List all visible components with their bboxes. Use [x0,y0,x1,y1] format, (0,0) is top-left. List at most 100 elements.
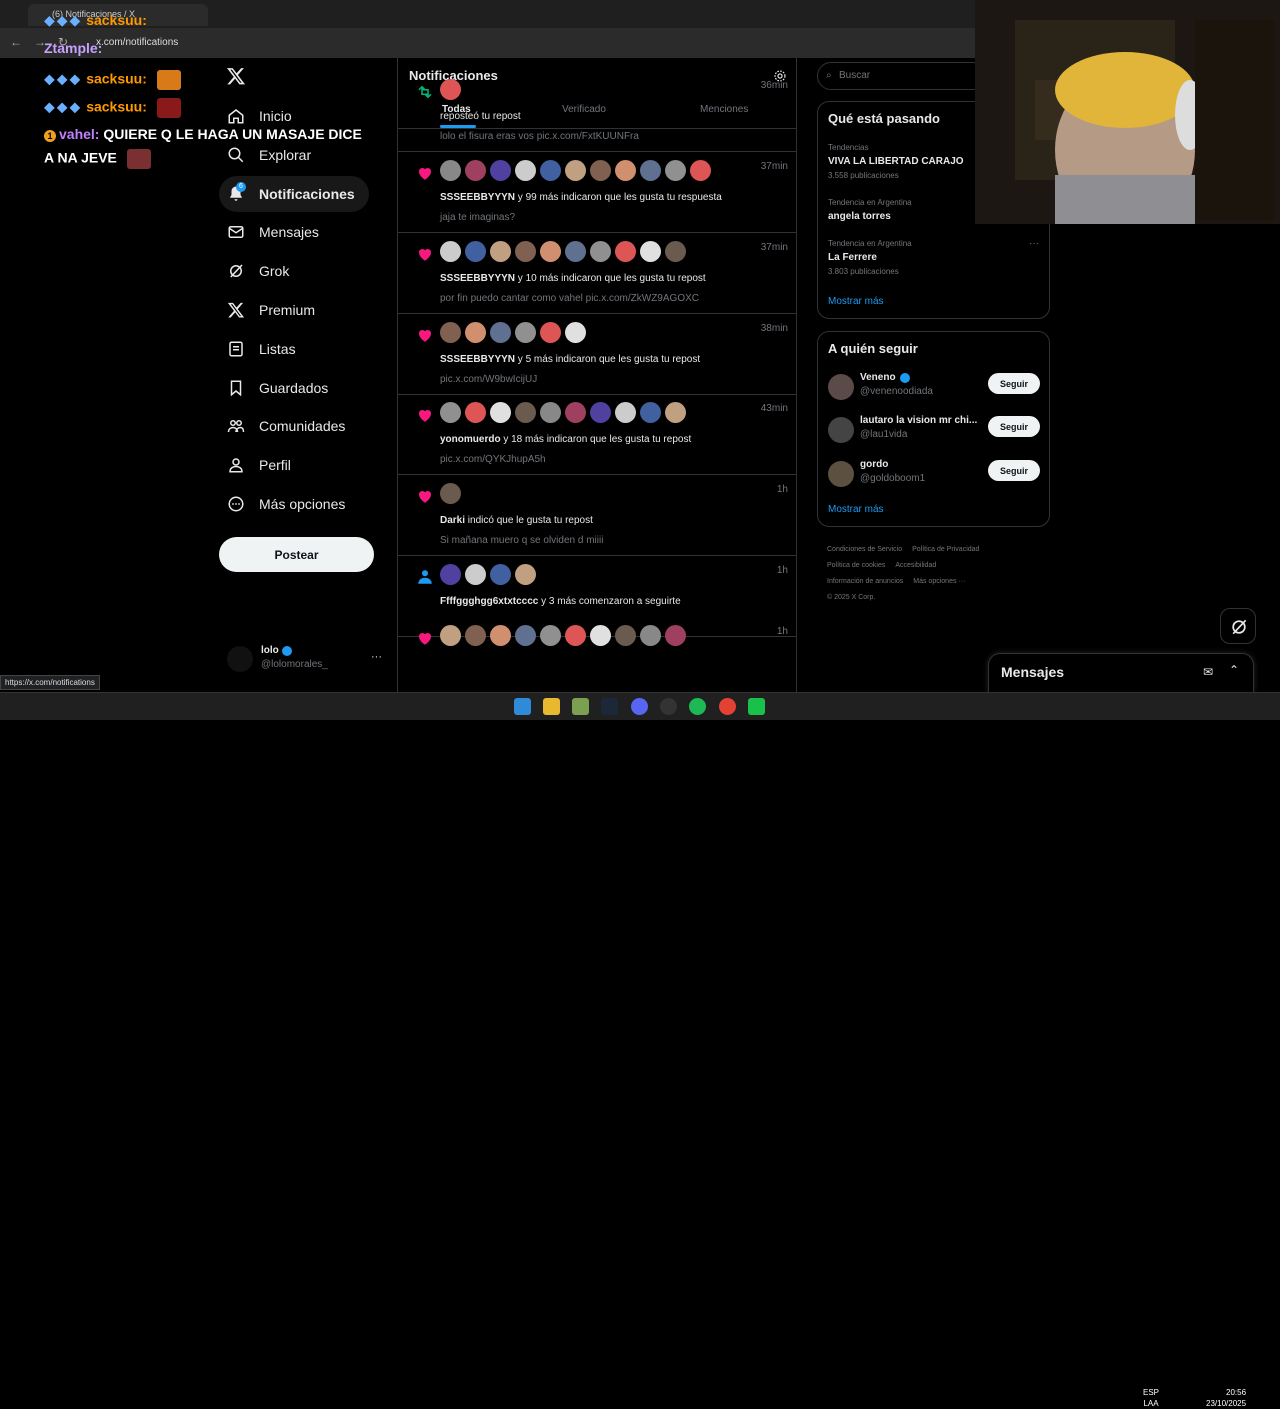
nav-item-premium[interactable]: Premium [219,292,323,328]
nav-item-grok[interactable]: Grok [219,253,297,289]
avatar[interactable] [565,322,586,343]
avatar[interactable] [640,402,661,423]
avatar[interactable] [690,160,711,181]
more-icon[interactable]: ··· [371,651,382,663]
avatar[interactable] [490,322,511,343]
avatar[interactable] [465,625,486,646]
trend-item[interactable]: VIVA LA LIBERTAD CARAJO [828,156,964,167]
post-button[interactable]: Postear [219,537,374,572]
avatar[interactable] [665,241,686,262]
nav-item-inicio[interactable]: Inicio [219,98,300,134]
nav-item-comunidades[interactable]: Comunidades [219,408,353,444]
avatar[interactable] [490,402,511,423]
notification-row[interactable]: 36min reposteó tu repost lolo el fisura er… [398,71,796,152]
app-icon[interactable] [572,698,589,715]
avatar[interactable] [490,625,511,646]
notification-row[interactable]: 43min yonomuerdo y 18 más indicaron que l… [398,394,796,475]
file-explorer-icon[interactable] [543,698,560,715]
avatar[interactable] [640,241,661,262]
avatar[interactable] [640,625,661,646]
footer-link[interactable]: Condiciones de Servicio [827,546,902,553]
avatar[interactable] [665,160,686,181]
avatar[interactable] [590,402,611,423]
kick-icon[interactable] [748,698,765,715]
footer-link[interactable]: Política de cookies [827,562,885,569]
avatar[interactable] [590,625,611,646]
discord-icon[interactable] [631,698,648,715]
notification-row[interactable]: 38min SSSEEBBYYYN y 5 más indicaron que l… [398,314,796,395]
steam-icon[interactable] [601,698,618,715]
nav-item-notificaciones[interactable]: Notificaciones 6 [219,176,369,212]
footer-link[interactable]: Política de Privacidad [912,546,979,553]
nav-item-guardados[interactable]: Guardados [219,370,336,406]
follow-button[interactable]: Seguir [988,416,1040,437]
search-input[interactable]: Buscar ⌕ [817,62,987,90]
avatar[interactable] [465,241,486,262]
show-more-link[interactable]: Mostrar más [828,296,884,307]
nav-item-mensajes[interactable]: Mensajes [219,214,327,250]
nav-item-mas-opciones[interactable]: Más opciones [219,486,353,522]
follow-suggestion[interactable]: gordo @goldoboom1 Seguir [828,457,1040,493]
chrome-icon[interactable] [719,698,736,715]
notification-actor[interactable]: yonomuerdo [440,434,501,445]
avatar[interactable] [540,625,561,646]
follow-button[interactable]: Seguir [988,373,1040,394]
avatar[interactable] [515,241,536,262]
avatar[interactable] [515,160,536,181]
avatar[interactable] [465,564,486,585]
avatar[interactable] [515,402,536,423]
avatar[interactable] [590,241,611,262]
notification-row[interactable]: 37min SSSEEBBYYYN y 10 más indicaron que … [398,233,796,314]
grok-floating-button[interactable] [1220,608,1256,644]
avatar[interactable] [490,241,511,262]
follow-button[interactable]: Seguir [988,460,1040,481]
nav-item-listas[interactable]: Listas [219,331,304,367]
avatar[interactable] [490,564,511,585]
follow-suggestion[interactable]: lautaro la vision mr chi... @lau1vida Se… [828,413,1040,449]
avatar[interactable] [540,160,561,181]
follow-suggestion[interactable]: Veneno @venenoodiada Seguir [828,370,1040,406]
avatar[interactable] [540,402,561,423]
notification-row[interactable]: 1h Darki indicó que le gusta tu repost Si … [398,475,796,556]
back-icon[interactable]: ← [10,35,22,49]
avatar[interactable] [465,160,486,181]
avatar[interactable] [615,625,636,646]
notification-row[interactable]: 1h [398,617,796,698]
windows-start-icon[interactable] [514,698,531,715]
notification-actor[interactable]: Ffffggghgg6xtxtcccc [440,596,538,607]
x-logo[interactable] [226,66,246,86]
avatar[interactable] [440,160,461,181]
avatar[interactable] [515,564,536,585]
avatar[interactable] [640,160,661,181]
notification-actor[interactable]: Darki [440,515,465,526]
avatar[interactable] [615,241,636,262]
language-indicator[interactable]: ESP LAA [1143,1387,1159,1409]
spotify-icon[interactable] [689,698,706,715]
url-field[interactable]: x.com/notifications [96,37,178,48]
avatar[interactable] [440,79,461,100]
nav-item-perfil[interactable]: Perfil [219,447,299,483]
avatar[interactable] [565,241,586,262]
avatar[interactable] [440,564,461,585]
avatar[interactable] [665,625,686,646]
obs-icon[interactable] [660,698,677,715]
footer-link[interactable]: Más opciones ··· [913,578,965,585]
avatar[interactable] [465,322,486,343]
system-clock[interactable]: 20:56 23/10/2025 [1206,1387,1246,1409]
nav-item-explorar[interactable]: Explorar [219,137,319,173]
notification-actor[interactable]: SSSEEBBYYYN [440,273,515,284]
avatar[interactable] [615,160,636,181]
avatar[interactable] [465,402,486,423]
avatar[interactable] [540,322,561,343]
avatar[interactable] [565,402,586,423]
account-switcher[interactable]: lolo @lolomorales_ ··· [227,643,387,673]
avatar[interactable] [440,483,461,504]
notification-actor[interactable]: SSSEEBBYYYN [440,192,515,203]
trend-item[interactable]: La Ferrere [828,252,877,263]
notification-actor[interactable]: SSSEEBBYYYN [440,354,515,365]
show-more-link[interactable]: Mostrar más [828,504,884,515]
avatar[interactable] [490,160,511,181]
footer-link[interactable]: Información de anuncios [827,578,903,585]
avatar[interactable] [515,625,536,646]
avatar[interactable] [615,402,636,423]
